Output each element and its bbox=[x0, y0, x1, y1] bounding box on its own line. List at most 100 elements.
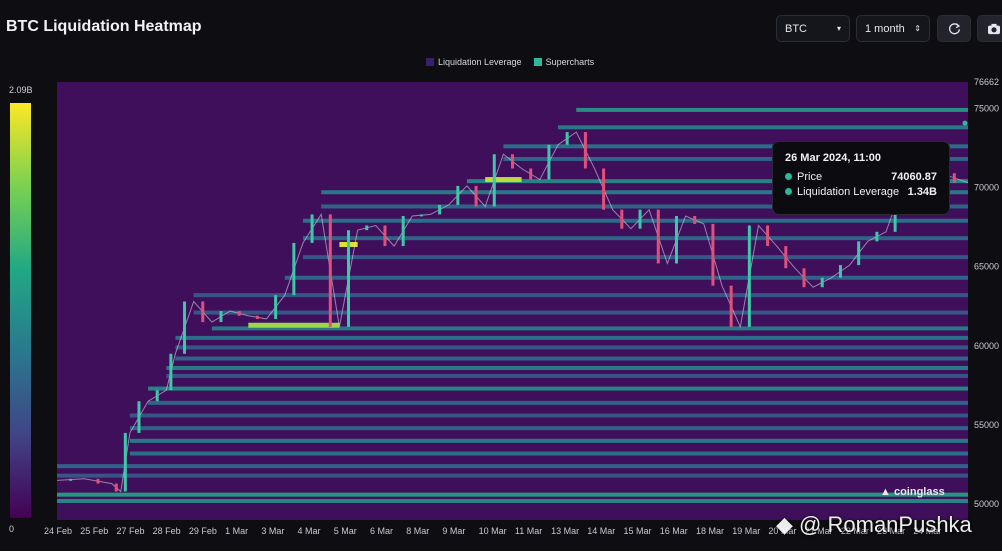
price-candle-50 bbox=[952, 173, 956, 183]
price-candle-37 bbox=[711, 223, 715, 286]
heat-band-19 bbox=[148, 386, 969, 391]
heat-band-14 bbox=[175, 335, 968, 340]
heat-band-28 bbox=[57, 498, 968, 503]
x-tick-label: 18 Mar bbox=[696, 526, 724, 536]
price-candle-14 bbox=[292, 242, 296, 296]
price-candle-9 bbox=[201, 301, 205, 323]
heat-band-9 bbox=[302, 255, 969, 260]
tooltip-leverage-dot bbox=[785, 188, 792, 195]
tooltip-price-dot bbox=[785, 173, 792, 180]
price-candle-21 bbox=[419, 214, 423, 217]
price-candle-13 bbox=[274, 295, 278, 319]
heat-band-1 bbox=[558, 125, 968, 130]
heat-band-17 bbox=[166, 365, 968, 370]
heat-band-10 bbox=[284, 275, 968, 280]
x-tick-label: 14 Mar bbox=[587, 526, 615, 536]
y-tick-label: 55000 bbox=[974, 420, 999, 430]
heat-band-20 bbox=[148, 400, 969, 405]
price-candle-16 bbox=[328, 214, 332, 327]
y-tick-label: 76662 bbox=[974, 77, 999, 87]
price-candle-28 bbox=[547, 144, 551, 180]
heat-band-21 bbox=[129, 413, 968, 418]
chart-tooltip: 26 Mar 2024, 11:00 Price 74060.87 Liquid… bbox=[772, 141, 950, 215]
x-tick-label: 10 Mar bbox=[479, 526, 507, 536]
x-tick-label: 24 Feb bbox=[44, 526, 72, 536]
x-tick-label: 9 Mar bbox=[442, 526, 465, 536]
hot-spot-1 bbox=[485, 177, 522, 183]
heat-band-15 bbox=[175, 345, 968, 350]
binance-icon: ◆ bbox=[776, 512, 793, 537]
x-tick-label: 8 Mar bbox=[406, 526, 429, 536]
tooltip-leverage-value: 1.34B bbox=[907, 186, 937, 198]
price-candle-36 bbox=[693, 215, 697, 224]
heat-band-12 bbox=[193, 310, 968, 315]
price-candle-6 bbox=[155, 390, 159, 402]
tooltip-marker bbox=[962, 120, 968, 126]
price-candle-32 bbox=[620, 209, 624, 229]
heat-band-11 bbox=[193, 293, 968, 298]
price-candle-29 bbox=[565, 132, 569, 145]
tooltip-price-value: 74060.87 bbox=[891, 171, 937, 183]
price-candle-45 bbox=[857, 241, 861, 266]
price-candle-30 bbox=[583, 132, 587, 169]
price-candle-4 bbox=[123, 432, 127, 492]
heat-band-25 bbox=[57, 464, 968, 469]
price-candle-12 bbox=[255, 315, 259, 319]
heat-band-27 bbox=[57, 492, 968, 497]
x-tick-label: 25 Feb bbox=[80, 526, 108, 536]
watermark: ◆ @ RomanPushka bbox=[776, 512, 972, 537]
x-tick-label: 4 Mar bbox=[298, 526, 321, 536]
heat-band-24 bbox=[129, 451, 968, 456]
tooltip-price-row: Price 74060.87 bbox=[785, 171, 937, 183]
price-candle-2 bbox=[96, 478, 100, 484]
price-candle-33 bbox=[638, 209, 642, 229]
coinglass-logo: ▲ coinglass bbox=[880, 486, 945, 498]
price-candle-44 bbox=[838, 265, 842, 278]
x-tick-label: 11 Mar bbox=[515, 526, 542, 536]
price-candle-26 bbox=[511, 154, 514, 169]
price-candle-23 bbox=[456, 185, 460, 205]
x-tick-label: 3 Mar bbox=[261, 526, 284, 536]
x-tick-label: 16 Mar bbox=[660, 526, 688, 536]
price-candle-35 bbox=[674, 215, 678, 264]
heat-band-22 bbox=[129, 426, 968, 431]
x-tick-label: 15 Mar bbox=[624, 526, 652, 536]
price-candle-41 bbox=[784, 246, 788, 269]
price-candle-38 bbox=[729, 285, 733, 327]
x-tick-label: 6 Mar bbox=[370, 526, 393, 536]
price-candle-7 bbox=[169, 353, 173, 391]
x-tick-label: 28 Feb bbox=[153, 526, 181, 536]
heatmap-chart[interactable]: 76662 75000 70000 65000 60000 55000 50000 24 Fe… bbox=[0, 0, 1002, 551]
hot-spot-0 bbox=[248, 322, 340, 328]
y-tick-label: 70000 bbox=[974, 182, 999, 192]
price-candle-24 bbox=[474, 185, 478, 207]
x-tick-label: 1 Mar bbox=[225, 526, 248, 536]
x-tick-label: 13 Mar bbox=[551, 526, 579, 536]
x-tick-label: 19 Mar bbox=[732, 526, 760, 536]
tooltip-date: 26 Mar 2024, 11:00 bbox=[785, 152, 882, 164]
price-candle-15 bbox=[310, 214, 314, 243]
price-candle-17 bbox=[347, 230, 351, 327]
heat-band-18 bbox=[166, 373, 968, 378]
price-candle-1 bbox=[69, 478, 73, 481]
price-candle-39 bbox=[747, 225, 751, 327]
price-candle-3 bbox=[114, 483, 118, 492]
y-tick-label: 75000 bbox=[974, 103, 999, 113]
price-candle-19 bbox=[383, 225, 387, 247]
price-candle-40 bbox=[766, 225, 770, 247]
price-candle-31 bbox=[602, 168, 606, 210]
y-tick-label: 65000 bbox=[974, 262, 999, 272]
price-candle-10 bbox=[219, 310, 223, 323]
price-candle-27 bbox=[529, 168, 533, 180]
x-tick-label: 27 Feb bbox=[116, 526, 144, 536]
heat-band-26 bbox=[57, 473, 968, 478]
price-candle-8 bbox=[183, 301, 187, 354]
price-candle-22 bbox=[438, 204, 442, 215]
price-candle-25 bbox=[492, 154, 496, 207]
heat-band-16 bbox=[175, 356, 968, 361]
heat-band-0 bbox=[576, 107, 968, 112]
y-tick-label: 60000 bbox=[974, 341, 999, 351]
price-candle-34 bbox=[656, 209, 660, 264]
price-candle-43 bbox=[820, 277, 824, 288]
tooltip-leverage-row: Liquidation Leverage 1.34B bbox=[785, 186, 937, 198]
